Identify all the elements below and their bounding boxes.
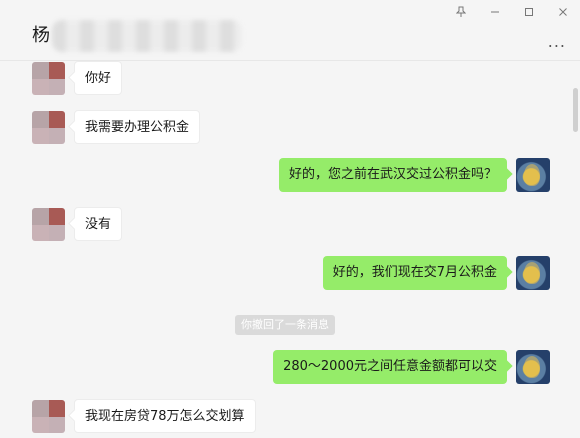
self-avatar[interactable] [516, 256, 550, 290]
recall-notice: 你撤回了一条消息 [235, 315, 335, 335]
contact-avatar[interactable] [32, 208, 65, 241]
contact-name: 杨 [32, 25, 50, 46]
contact-avatar[interactable] [32, 62, 65, 95]
chat-window: 杨 ... 你好 我需要办理公积金 好的，您之前在武汉交过公积金吗？ 没有 好的… [0, 0, 580, 438]
self-avatar[interactable] [516, 158, 550, 192]
outgoing-message[interactable]: 好的，您之前在武汉交过公积金吗？ [278, 158, 507, 192]
outgoing-message[interactable]: 280～2000元之间任意金额都可以交 [273, 350, 507, 384]
minimize-icon[interactable] [478, 0, 512, 24]
scrollbar[interactable] [573, 88, 578, 132]
incoming-message[interactable]: 没有 [74, 207, 123, 241]
contact-avatar[interactable] [32, 400, 65, 433]
incoming-message[interactable]: 你好 [74, 61, 123, 95]
incoming-message[interactable]: 我需要办理公积金 [74, 110, 201, 144]
incoming-message[interactable]: 我现在房贷78万怎么交划算 [74, 399, 256, 433]
maximize-icon[interactable] [512, 0, 546, 24]
pin-icon[interactable] [444, 0, 478, 24]
more-options-button[interactable]: ... [548, 34, 566, 50]
contact-avatar[interactable] [32, 111, 65, 144]
self-avatar[interactable] [516, 350, 550, 384]
redacted-name-blur [52, 20, 242, 52]
chat-header: 杨 ... [0, 0, 580, 61]
close-icon[interactable] [546, 0, 580, 24]
window-controls [444, 0, 580, 24]
outgoing-message[interactable]: 好的，我们现在交7月公积金 [322, 256, 507, 290]
